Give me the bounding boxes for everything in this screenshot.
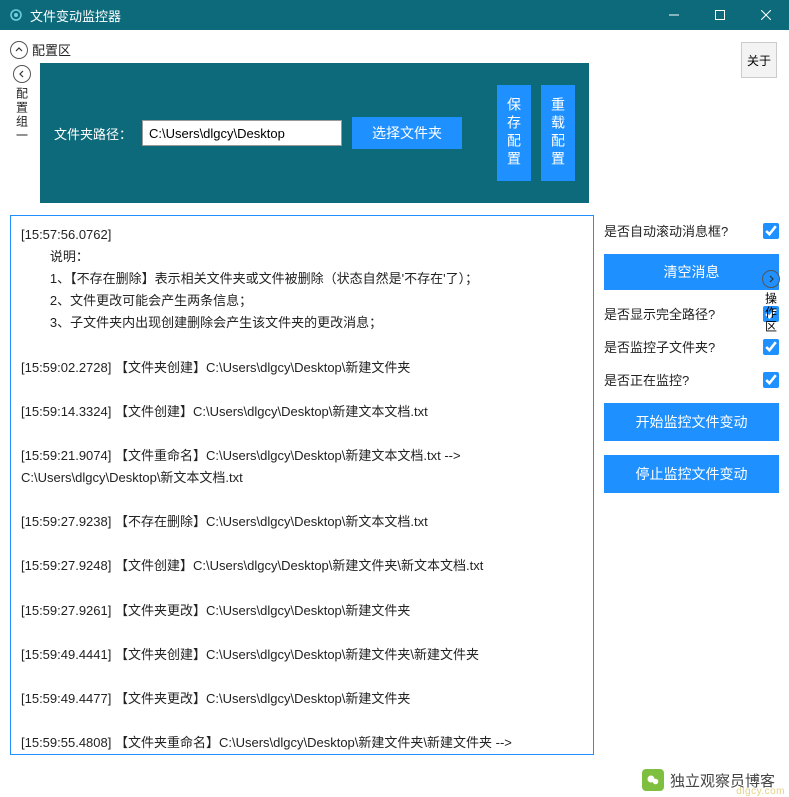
show-full-path-label: 是否显示完全路径?: [604, 304, 715, 323]
config-section-title: 配置区: [32, 40, 71, 59]
watch-subfolder-label: 是否监控子文件夹?: [604, 337, 715, 356]
is-monitoring-checkbox[interactable]: [763, 372, 779, 388]
config-group-label: 配置组一: [14, 87, 31, 143]
ops-section-label: 操作区: [763, 292, 780, 334]
minimize-button[interactable]: [651, 0, 697, 30]
about-button[interactable]: 关于: [741, 42, 777, 78]
wechat-icon: [642, 769, 664, 791]
operations-panel: 是否自动滚动消息框? 清空消息 是否显示完全路径? 是否监控子文件夹? 是否正在…: [604, 215, 779, 755]
folder-path-input[interactable]: [142, 120, 342, 146]
select-folder-button[interactable]: 选择文件夹: [352, 117, 462, 149]
is-monitoring-label: 是否正在监控?: [604, 370, 689, 389]
folder-path-label: 文件夹路径：: [54, 124, 132, 143]
reload-config-button[interactable]: 重载配置: [541, 85, 575, 181]
config-collapse-icon[interactable]: [10, 41, 28, 59]
ops-section-toggle[interactable]: 操作区: [761, 270, 781, 334]
close-button[interactable]: [743, 0, 789, 30]
save-config-button[interactable]: 保存配置: [497, 85, 531, 181]
group-collapse-icon[interactable]: [13, 65, 31, 83]
ops-collapse-icon[interactable]: [762, 270, 780, 288]
log-output[interactable]: [15:57:56.0762] 说明： 1、【不存在删除】表示相关文件夹或文件被…: [10, 215, 594, 755]
maximize-button[interactable]: [697, 0, 743, 30]
config-group-toggle[interactable]: 配置组一: [10, 63, 34, 203]
config-section-header: 配置区: [10, 40, 779, 59]
auto-scroll-checkbox[interactable]: [763, 223, 779, 239]
watch-subfolder-checkbox[interactable]: [763, 339, 779, 355]
config-panel: 文件夹路径： 选择文件夹 保存配置 重载配置: [40, 63, 589, 203]
start-monitor-button[interactable]: 开始监控文件变动: [604, 403, 779, 441]
footer-url: dlgcy.com: [736, 786, 785, 797]
auto-scroll-label: 是否自动滚动消息框?: [604, 221, 728, 240]
title-bar: 文件变动监控器: [0, 0, 789, 30]
stop-monitor-button[interactable]: 停止监控文件变动: [604, 455, 779, 493]
clear-log-button[interactable]: 清空消息: [604, 254, 779, 290]
window-title: 文件变动监控器: [30, 6, 651, 25]
app-icon: [8, 7, 24, 23]
